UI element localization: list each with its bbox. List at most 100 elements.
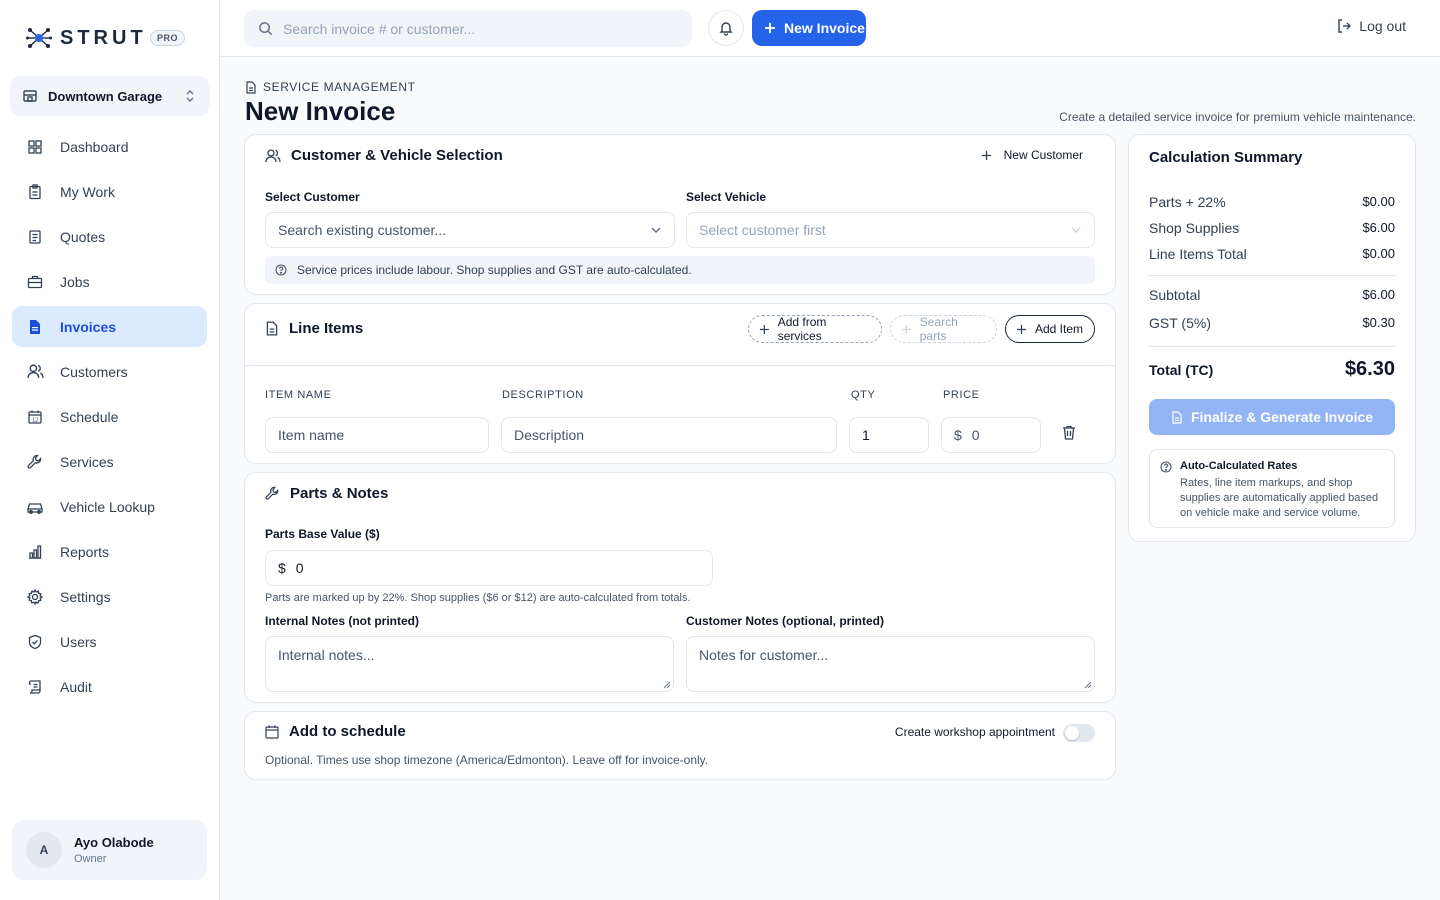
total-value: $6.30 [1344,358,1395,380]
sidebar-item-audit[interactable]: Audit [12,666,207,707]
sidebar-item-settings[interactable]: Settings [12,576,207,617]
item-name-placeholder: Item name [278,427,345,443]
customer-notes-label: Customer Notes (optional, printed) [686,614,884,628]
breadcrumb-label: SERVICE MANAGEMENT [263,80,416,94]
sidebar-item-label: Dashboard [60,138,129,155]
line-items-title-text: Line Items [289,320,364,337]
scroll-icon [26,678,44,696]
summary-divider [1149,275,1395,276]
logout-button[interactable]: Log out [1337,18,1406,34]
plus-icon [981,150,991,160]
car-icon [26,498,44,516]
sidebar-item-quotes[interactable]: Quotes [12,216,207,257]
users-icon [26,363,44,381]
chevron-down-icon [1071,227,1081,233]
sidebar-item-vehicle-lookup[interactable]: Vehicle Lookup [12,486,207,527]
vehicle-select-placeholder: Select customer first [699,222,826,238]
shop-selector[interactable]: Downtown Garage [10,76,210,116]
user-card[interactable]: A Ayo Olabode Owner [12,820,207,880]
add-item-button[interactable]: Add Item [1005,315,1095,343]
add-from-services-button[interactable]: Add from services [748,315,882,343]
sidebar-item-customers[interactable]: Customers [12,351,207,392]
document-icon [1172,410,1182,424]
search-parts-button[interactable]: Search parts [890,315,997,343]
users-icon [265,148,281,162]
customer-notes-textarea[interactable]: Notes for customer... [686,636,1095,692]
sidebar-item-reports[interactable]: Reports [12,531,207,572]
wrench-icon [265,486,279,500]
summary-row-label: GST (5%) [1149,315,1211,331]
internal-notes-placeholder: Internal notes... [278,647,375,663]
summary-row-value: $6.00 [1362,287,1395,302]
search-placeholder: Search invoice # or customer... [283,20,476,37]
strut-logo-icon [26,28,52,48]
sidebar-item-schedule[interactable]: 12 Schedule [12,396,207,437]
summary-row-label: Subtotal [1149,287,1201,303]
add-from-services-label: Add from services [777,315,827,343]
internal-notes-textarea[interactable]: Internal notes... [265,636,674,692]
sidebar-item-my-work[interactable]: My Work [12,171,207,212]
search-input[interactable]: Search invoice # or customer... [244,10,692,47]
finalize-invoice-button[interactable]: Finalize & Generate Invoice [1149,399,1395,435]
logout-label: Log out [1359,18,1406,34]
sidebar-item-label: Services [60,453,114,470]
item-name-input[interactable]: Item name [265,417,489,453]
brand-name: STRUT [60,26,147,49]
user-role: Owner [74,853,107,865]
topbar: Search invoice # or customer... New Invo… [220,0,1440,57]
customer-select[interactable]: Search existing customer... [265,212,675,248]
notifications-button[interactable] [708,10,744,46]
summary-total: Total (TC) $6.30 [1149,358,1395,381]
delete-item-button[interactable] [1062,425,1076,443]
summary-row: Subtotal $6.00 [1149,287,1395,303]
summary-row-label: Parts + 22% [1149,194,1226,210]
sidebar-item-label: Quotes [60,228,106,245]
auto-rates-info: Auto-Calculated Rates Rates, line item m… [1149,449,1395,528]
breadcrumb: SERVICE MANAGEMENT [245,80,416,94]
chevron-down-icon [651,227,661,233]
total-label: Total (TC) [1149,361,1214,378]
summary-title-text: Calculation Summary [1149,149,1303,166]
plus-icon [901,324,911,334]
summary-row: Shop Supplies $6.00 [1149,220,1395,236]
sidebar-item-jobs[interactable]: Jobs [12,261,207,302]
summary-title: Calculation Summary [1149,149,1302,166]
chevron-up-down-icon [186,90,194,102]
new-invoice-button[interactable]: New Invoice [752,10,866,46]
select-customer-label: Select Customer [265,190,360,204]
help-circle-icon [1160,461,1172,473]
schedule-card: Add to schedule Create workshop appointm… [244,711,1116,780]
sidebar-item-label: Settings [60,588,111,605]
parts-hint: Parts are marked up by 22%. Shop supplie… [265,592,691,604]
bell-icon [719,22,733,36]
column-header-description: DESCRIPTION [502,389,584,401]
line-items-title: Line Items [265,320,363,337]
brand-logo[interactable]: STRUT [26,26,147,50]
resize-handle-icon [663,681,671,689]
new-customer-button[interactable]: New Customer [981,148,1083,162]
calendar-icon: 12 [26,408,44,426]
summary-row: GST (5%) $0.30 [1149,315,1395,331]
user-name: Ayo Olabode [74,835,154,850]
sidebar-item-label: My Work [60,183,115,200]
sidebar-nav: Dashboard My Work Quotes Jobs Invoices Custom… [12,126,207,711]
sidebar-item-services[interactable]: Services [12,441,207,482]
summary-row-value: $0.30 [1362,315,1395,330]
sidebar-item-invoices[interactable]: Invoices [12,306,207,347]
page-subtitle: Create a detailed service invoice for pr… [1059,110,1416,124]
vehicle-select[interactable]: Select customer first [686,212,1095,248]
logout-icon [1338,19,1352,33]
parts-base-input[interactable]: $ 0 [265,550,713,586]
shield-icon [26,633,44,651]
item-description-input[interactable]: Description [501,417,837,453]
item-qty-input[interactable]: 1 [849,417,929,453]
summary-row-label: Shop Supplies [1149,220,1240,236]
item-price-input[interactable]: $ 0 [941,417,1041,453]
appointment-toggle[interactable] [1063,724,1095,742]
page-title: New Invoice [245,96,396,126]
parts-base-label: Parts Base Value ($) [265,527,380,541]
plus-icon [1016,324,1027,334]
sidebar-item-users[interactable]: Users [12,621,207,662]
summary-row-value: $0.00 [1362,194,1395,209]
sidebar-item-dashboard[interactable]: Dashboard [12,126,207,167]
